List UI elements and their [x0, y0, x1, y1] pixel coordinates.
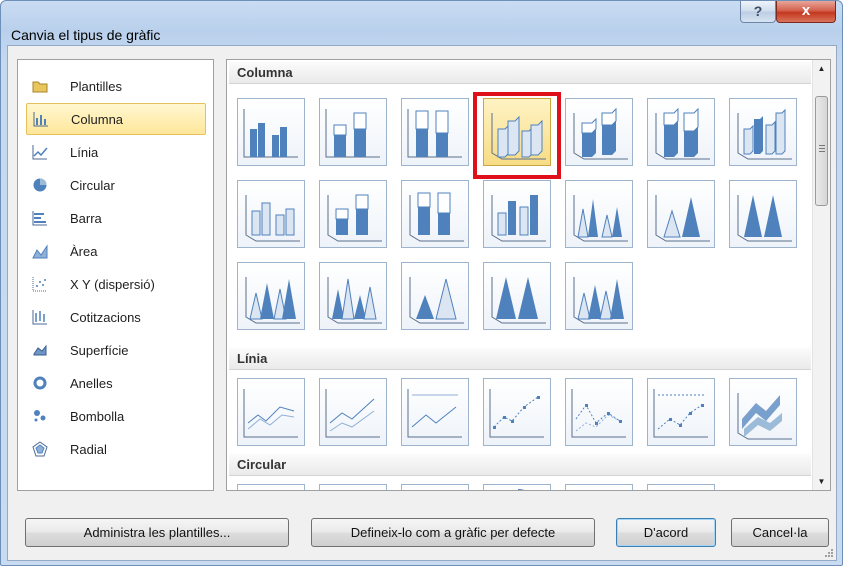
- thumb-line-with-markers[interactable]: [483, 378, 551, 446]
- column-chart-icon: [33, 111, 49, 127]
- close-button[interactable]: x: [776, 1, 836, 23]
- category-item-line[interactable]: Línia: [26, 136, 206, 168]
- bar-chart-icon: [32, 210, 48, 226]
- folder-icon: [32, 78, 48, 94]
- thumb-exploded-pie[interactable]: [483, 484, 551, 490]
- category-item-bubble[interactable]: Bombolla: [26, 400, 206, 432]
- category-label: Cotitzacions: [70, 309, 141, 325]
- resize-grip-icon[interactable]: [824, 548, 834, 558]
- thumb-3d-100-stacked-column[interactable]: [647, 98, 715, 166]
- thumb-line[interactable]: [237, 378, 305, 446]
- thumb-3d-line[interactable]: [729, 378, 797, 446]
- scatter-chart-icon: [32, 276, 48, 292]
- surface-chart-icon: [32, 342, 48, 358]
- set-as-default-button[interactable]: Defineix-lo com a gràfic per defecte: [311, 518, 595, 547]
- dialog-title: Canvia el tipus de gràfic: [11, 27, 161, 43]
- scroll-up-arrow[interactable]: ▲: [813, 60, 830, 77]
- thumb-stacked-column[interactable]: [319, 98, 387, 166]
- section-header-pie: Circular: [229, 454, 811, 476]
- section-header-column: Columna: [229, 62, 811, 84]
- category-item-surface[interactable]: Superfície: [26, 334, 206, 366]
- category-item-doughnut[interactable]: Anelles: [26, 367, 206, 399]
- thumb-3d-exploded-pie[interactable]: [565, 484, 633, 490]
- section-header-line: Línia: [229, 348, 811, 370]
- pie-chart-icon: [32, 177, 48, 193]
- doughnut-chart-icon: [32, 375, 48, 391]
- radar-chart-icon: [32, 441, 48, 457]
- category-label: X Y (dispersió): [70, 276, 155, 292]
- area-chart-icon: [32, 243, 48, 259]
- thumb-100-stacked-line[interactable]: [401, 378, 469, 446]
- category-item-bar[interactable]: Barra: [26, 202, 206, 234]
- stock-chart-icon: [32, 309, 48, 325]
- thumb-100-stacked-pyramid[interactable]: [483, 262, 551, 330]
- thumb-stacked-cylinder[interactable]: [319, 180, 387, 248]
- thumb-stacked-line[interactable]: [319, 378, 387, 446]
- scroll-down-arrow[interactable]: ▼: [813, 473, 830, 490]
- cancel-button[interactable]: Cancel·la: [731, 518, 829, 547]
- thumb-clustered-pyramid[interactable]: [319, 262, 387, 330]
- ok-button[interactable]: D'acord: [616, 518, 716, 547]
- category-item-area[interactable]: Àrea: [26, 235, 206, 267]
- gallery-scrollbar[interactable]: ▲ ▼: [812, 60, 830, 490]
- category-label: Bombolla: [70, 408, 125, 424]
- category-label: Línia: [70, 144, 99, 160]
- dialog-body: Plantilles Columna Línia Circular Barra …: [7, 45, 837, 561]
- category-label: Columna: [71, 111, 124, 127]
- thumb-3d-cone[interactable]: [237, 262, 305, 330]
- thumb-3d-pie[interactable]: [319, 484, 387, 490]
- thumb-pie[interactable]: [237, 484, 305, 490]
- thumb-3d-column[interactable]: [729, 98, 797, 166]
- category-item-templates[interactable]: Plantilles: [26, 70, 206, 102]
- thumb-stacked-pyramid[interactable]: [401, 262, 469, 330]
- thumb-100-stacked-line-markers[interactable]: [647, 378, 715, 446]
- category-label: Plantilles: [70, 78, 123, 94]
- manage-templates-button[interactable]: Administra les plantilles...: [25, 518, 289, 547]
- thumb-3d-pyramid[interactable]: [565, 262, 633, 330]
- category-label: Àrea: [70, 243, 98, 259]
- category-item-stock[interactable]: Cotitzacions: [26, 301, 206, 333]
- thumb-pie-of-pie[interactable]: [401, 484, 469, 490]
- category-label: Barra: [70, 210, 102, 226]
- thumb-stacked-line-markers[interactable]: [565, 378, 633, 446]
- category-item-column[interactable]: Columna: [26, 103, 206, 135]
- title-bar: Canvia el tipus de gràfic ? x: [1, 1, 842, 45]
- category-item-radar[interactable]: Radial: [26, 433, 206, 465]
- category-label: Circular: [70, 177, 115, 193]
- chart-category-list: Plantilles Columna Línia Circular Barra …: [17, 59, 214, 491]
- help-button[interactable]: ?: [740, 1, 776, 23]
- category-item-pie[interactable]: Circular: [26, 169, 206, 201]
- thumb-clustered-cylinder[interactable]: [237, 180, 305, 248]
- chart-subtype-gallery: Columna Línia Circular ▲ ▼: [226, 59, 831, 491]
- thumb-3d-cylinder[interactable]: [483, 180, 551, 248]
- selection-highlight: [473, 92, 561, 179]
- thumb-stacked-cone[interactable]: [647, 180, 715, 248]
- thumb-100-stacked-column[interactable]: [401, 98, 469, 166]
- bubble-chart-icon: [32, 408, 48, 424]
- thumb-100-stacked-cylinder[interactable]: [401, 180, 469, 248]
- thumb-3d-stacked-column[interactable]: [565, 98, 633, 166]
- change-chart-type-dialog: Canvia el tipus de gràfic ? x Plantilles…: [0, 0, 843, 566]
- thumb-clustered-cone[interactable]: [565, 180, 633, 248]
- category-label: Anelles: [70, 375, 113, 391]
- category-item-scatter[interactable]: X Y (dispersió): [26, 268, 206, 300]
- category-label: Superfície: [70, 342, 129, 358]
- scrollbar-thumb[interactable]: [815, 96, 828, 206]
- thumb-100-stacked-cone[interactable]: [729, 180, 797, 248]
- thumb-bar-of-pie[interactable]: [647, 484, 715, 490]
- line-chart-icon: [32, 144, 48, 160]
- thumb-clustered-column[interactable]: [237, 98, 305, 166]
- category-label: Radial: [70, 441, 107, 457]
